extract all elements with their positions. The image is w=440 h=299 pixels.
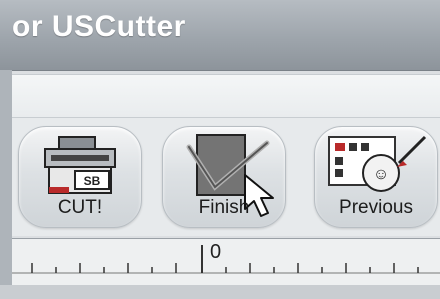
previous-label: Previous [339,197,413,218]
finish-label: Finish [198,197,250,218]
toolbar: SB CUT! Finish ☺ Previous [12,118,440,236]
window-left-edge [0,70,12,285]
cut-button[interactable]: SB CUT! [18,126,142,228]
finish-button[interactable]: Finish [162,126,286,228]
svg-text:☺: ☺ [373,166,389,183]
ruler-zero-label: 0 [210,241,222,263]
previous-preview-icon: ☺ [328,135,427,192]
svg-text:SB: SB [84,174,101,188]
menu-band [12,74,440,118]
bottom-strip [0,285,440,299]
previous-button[interactable]: ☺ Previous [314,126,438,228]
window-title: or USCutter [12,10,186,43]
ruler[interactable]: 0 [12,238,440,286]
printer-cut-icon: SB [44,136,116,194]
ruler-ticks [12,245,440,274]
title-bar[interactable]: or USCutter [0,0,440,71]
cut-label: CUT! [57,197,103,218]
